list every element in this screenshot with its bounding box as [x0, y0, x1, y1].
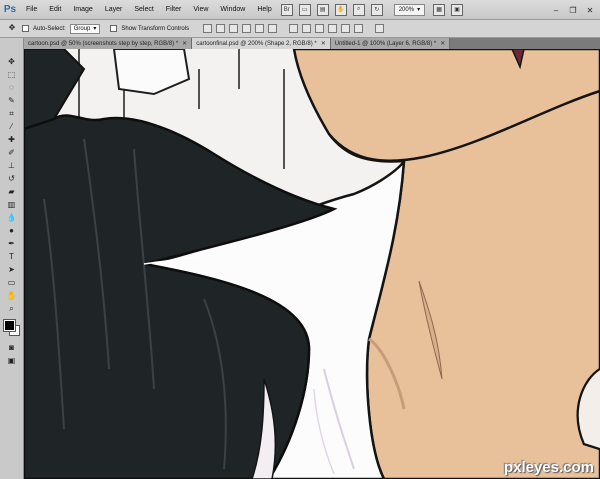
- align-left-icon[interactable]: [242, 24, 252, 33]
- menu-bar: Ps File Edit Image Layer Select Filter V…: [0, 0, 600, 20]
- distribute-right-icon[interactable]: [354, 24, 364, 33]
- window-controls: – ❐ ✕: [549, 0, 600, 20]
- auto-select-label: Auto-Select:: [33, 25, 66, 32]
- document-tab[interactable]: cartoon.psd @ 50% (screenshots step by s…: [24, 38, 193, 49]
- crop-icon[interactable]: ⌗: [6, 108, 18, 119]
- dodge-icon[interactable]: ●: [6, 225, 18, 236]
- menu-image[interactable]: Image: [67, 0, 98, 20]
- distribute-bottom-icon[interactable]: [315, 24, 325, 33]
- menu-view[interactable]: View: [187, 0, 214, 20]
- align-top-icon[interactable]: [203, 24, 213, 33]
- healing-icon[interactable]: ✚: [6, 134, 18, 145]
- menu-select[interactable]: Select: [128, 0, 159, 20]
- ruler-icon[interactable]: ▤: [316, 3, 329, 16]
- distribute-left-icon[interactable]: [328, 24, 338, 33]
- move-icon[interactable]: ✥: [6, 56, 18, 67]
- menu-window[interactable]: Window: [214, 0, 251, 20]
- hand-tool-icon[interactable]: ✋: [6, 290, 18, 301]
- show-transform-label: Show Transform Controls: [121, 25, 190, 32]
- hand-icon[interactable]: ✋: [334, 3, 347, 16]
- distribute-hcenter-icon[interactable]: [341, 24, 351, 33]
- close-icon[interactable]: ✕: [182, 40, 187, 47]
- pen-icon[interactable]: ✒: [6, 238, 18, 249]
- bridge-icon[interactable]: Br: [280, 3, 293, 16]
- path-select-icon[interactable]: ➤: [6, 264, 18, 275]
- align-bottom-icon[interactable]: [229, 24, 239, 33]
- document-tab-label: cartoon.psd @ 50% (screenshots step by s…: [28, 40, 179, 47]
- tools-panel: ✥ ⬚ ◌ ✎ ⌗ ⁄ ✚ ✐ ⊥ ↺ ▰ ▥ 💧 ● ✒ T ➤ ▭ ✋ ⌕ …: [0, 38, 24, 479]
- menu-help[interactable]: Help: [251, 0, 277, 20]
- stamp-icon[interactable]: ⊥: [6, 160, 18, 171]
- menu-file[interactable]: File: [20, 0, 43, 20]
- eyedropper-icon[interactable]: ⁄: [6, 121, 18, 132]
- document-tab-bar: cartoon.psd @ 50% (screenshots step by s…: [24, 38, 600, 49]
- quick-select-icon[interactable]: ✎: [6, 95, 18, 106]
- document-canvas[interactable]: pxleyes.com: [24, 49, 600, 479]
- lasso-icon[interactable]: ◌: [6, 82, 18, 93]
- minibridge-icon[interactable]: ▭: [298, 3, 311, 16]
- arrange-documents-icon[interactable]: ▦: [433, 3, 446, 16]
- foreground-color-swatch[interactable]: [2, 319, 16, 332]
- document-tab-label: cartoonfinal.psd @ 200% (Shape 2, RGB/8)…: [196, 40, 317, 47]
- auto-select-checkbox[interactable]: [22, 25, 29, 32]
- cartoon-artwork: [24, 49, 600, 479]
- close-icon[interactable]: ✕: [440, 40, 445, 47]
- show-transform-checkbox[interactable]: [110, 25, 118, 32]
- screen-mode-tool-icon[interactable]: ▣: [6, 355, 18, 366]
- align-hcenter-icon[interactable]: [255, 24, 265, 33]
- marquee-icon[interactable]: ⬚: [6, 69, 18, 80]
- menu-layer[interactable]: Layer: [99, 0, 129, 20]
- history-brush-icon[interactable]: ↺: [6, 173, 18, 184]
- zoom-icon[interactable]: ⌕: [352, 3, 365, 16]
- chevron-down-icon: ▾: [93, 26, 97, 32]
- brush-icon[interactable]: ✐: [6, 147, 18, 158]
- document-tab-active[interactable]: cartoonfinal.psd @ 200% (Shape 2, RGB/8)…: [192, 38, 331, 49]
- color-swatches[interactable]: [2, 319, 20, 336]
- align-right-icon[interactable]: [268, 24, 278, 33]
- blur-icon[interactable]: 💧: [6, 212, 18, 223]
- menu-filter[interactable]: Filter: [160, 0, 188, 20]
- document-tab-label: Untitled-1 @ 100% (Layer 6, RGB/8) *: [334, 40, 437, 47]
- menu-edit[interactable]: Edit: [43, 0, 67, 20]
- watermark-text: pxleyes.com: [503, 459, 594, 476]
- close-icon[interactable]: ✕: [583, 3, 597, 17]
- move-tool-preset-icon[interactable]: ✥: [6, 22, 18, 33]
- rotate-icon[interactable]: ↻: [370, 3, 383, 16]
- distribute-top-icon[interactable]: [289, 24, 299, 33]
- auto-select-dropdown[interactable]: Group ▾: [69, 23, 101, 34]
- zoom-tool-icon[interactable]: ⌕: [6, 303, 18, 314]
- zoom-level-value: 200%: [398, 6, 415, 13]
- gradient-icon[interactable]: ▥: [6, 199, 18, 210]
- type-icon[interactable]: T: [6, 251, 18, 262]
- eraser-icon[interactable]: ▰: [6, 186, 18, 197]
- options-bar: ✥ Auto-Select: Group ▾ Show Transform Co…: [0, 20, 600, 38]
- quick-mask-icon[interactable]: ◙: [6, 342, 18, 353]
- chevron-down-icon: ▾: [417, 6, 421, 13]
- screen-mode-icon[interactable]: ▣: [451, 3, 464, 16]
- document-tab[interactable]: Untitled-1 @ 100% (Layer 6, RGB/8) * ✕: [330, 38, 451, 49]
- auto-select-value: Group: [73, 25, 91, 32]
- auto-align-icon[interactable]: [375, 24, 385, 33]
- distribute-vcenter-icon[interactable]: [302, 24, 312, 33]
- close-icon[interactable]: ✕: [321, 40, 326, 47]
- shape-icon[interactable]: ▭: [6, 277, 18, 288]
- align-vcenter-icon[interactable]: [216, 24, 226, 33]
- photoshop-logo: Ps: [3, 4, 17, 15]
- minimize-icon[interactable]: –: [549, 3, 563, 17]
- restore-icon[interactable]: ❐: [566, 3, 580, 17]
- zoom-level-select[interactable]: 200% ▾: [393, 3, 426, 16]
